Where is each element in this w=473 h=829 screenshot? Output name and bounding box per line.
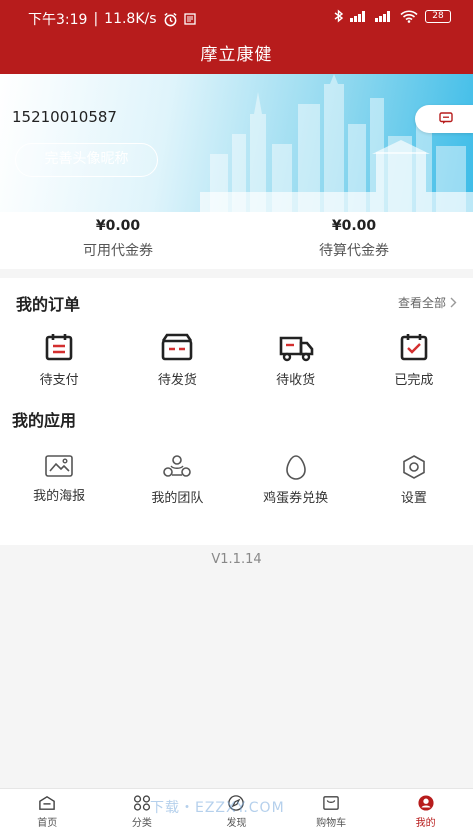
view-all-label: 查看全部 [397,296,446,310]
settings-icon [403,455,425,479]
message-icon [439,112,453,124]
order-pending-receipt[interactable]: 待收货 [237,332,355,388]
category-icon [133,795,150,811]
battery-indicator: 28 [425,9,451,23]
app-label: 鸡蛋券兑换 [263,491,329,506]
app-label: 设置 [400,491,427,506]
order-status-label: 待支付 [39,373,79,388]
order-status-label: 待收货 [276,373,316,388]
chevron-right-icon [450,297,457,308]
payment-icon [45,334,73,361]
pending-voucher[interactable]: ¥0.00 待算代金券 [236,218,472,260]
team-icon [163,455,192,477]
orders-title: 我的订单 [16,295,81,314]
pending-voucher-amount: ¥0.00 [331,218,377,234]
alarm-icon [163,12,177,26]
order-completed[interactable]: 已完成 [355,332,473,388]
message-button[interactable] [415,105,473,133]
voucher-summary: ¥0.00 可用代金券 ¥0.00 待算代金券 [0,212,473,269]
wallet-icon [162,333,193,361]
tab-home[interactable]: 首页 [0,789,95,829]
home-icon [39,795,56,810]
order-pending-shipment[interactable]: 待发货 [118,332,236,388]
page-title: 摩立康健 [200,45,273,65]
available-voucher-label: 可用代金券 [83,243,153,259]
checklist-icon [400,334,428,361]
user-phone: 15210010587 [12,108,117,126]
app-version: V1.1.14 [211,552,262,567]
profile-banner: 15210010587 完善头像昵称 [0,74,473,212]
tab-label: 首页 [37,818,58,829]
wifi-icon [400,10,418,23]
profile-icon [418,795,434,811]
my-apps-section: 我的应用 我的海报 我的团队 鸡蛋券兑换 设置 [0,400,473,545]
app-label: 我的团队 [151,491,204,506]
order-status-label: 待发货 [157,373,197,388]
signal-icon [350,10,368,22]
tab-label: 购物车 [316,818,347,829]
app-header: 下午3:19 | 11.8K/s 28 摩立康健 [0,0,473,74]
status-bar: 下午3:19 | 11.8K/s 28 [0,0,473,36]
egg-icon [285,455,306,480]
apps-title: 我的应用 [12,411,77,430]
available-voucher[interactable]: ¥0.00 可用代金券 [0,218,236,260]
order-status-label: 已完成 [394,373,434,388]
status-time: 下午3:19 [28,12,88,28]
my-orders-section: 我的订单 查看全部 待支付 待发货 待收货 已完成 [0,278,473,400]
tab-label: 分类 [131,818,152,829]
watermark-text: 下载・EZZXY.COM [150,800,285,816]
app-settings[interactable]: 设置 [355,454,473,506]
notification-icon [183,13,196,25]
network-speed: 11.8K/s [104,11,157,27]
pending-voucher-label: 待算代金券 [319,243,389,259]
order-pending-payment[interactable]: 待支付 [0,332,118,388]
app-my-team[interactable]: 我的团队 [118,454,236,506]
complete-profile-button[interactable]: 完善头像昵称 [15,143,158,177]
bluetooth-icon [334,9,343,23]
truck-icon [279,336,313,362]
signal-icon-2 [375,10,393,22]
view-all-orders-link[interactable]: 查看全部 [398,294,457,311]
app-my-poster[interactable]: 我的海报 [0,454,118,506]
tab-label: 我的 [415,818,436,829]
cart-icon [323,796,339,810]
app-egg-voucher-exchange[interactable]: 鸡蛋券兑换 [237,454,355,506]
available-voucher-amount: ¥0.00 [95,218,141,234]
app-label: 我的海报 [33,489,86,504]
city-skyline-illustration [200,74,473,212]
poster-icon [45,455,73,477]
tab-profile[interactable]: 我的 [378,789,473,829]
tab-cart[interactable]: 购物车 [284,789,379,829]
status-divider: | [93,11,99,27]
